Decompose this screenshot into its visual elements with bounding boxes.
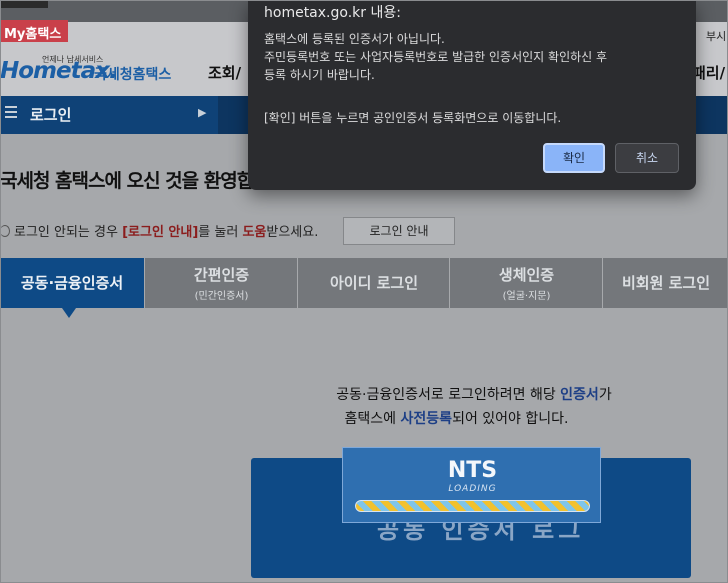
- tab-guest-login-label: 비회원 로그인: [621, 274, 711, 292]
- welcome-heading: 국세청 홈택스에 오신 것을 환영합: [0, 170, 254, 192]
- help-link: [로그인 안내]: [122, 225, 199, 240]
- tab-certificate[interactable]: 공동·금융인증서: [0, 258, 145, 308]
- loading-progress-bar: [355, 500, 590, 512]
- tab-id-login[interactable]: 아이디 로그인: [299, 258, 450, 308]
- login-help-text: 로그인 안되는 경우 [로그인 안내]를 눌러 도움받으세요.: [0, 221, 318, 240]
- info2-post: 되어 있어야 합니다.: [452, 411, 569, 427]
- help-pre: 로그인 안되는 경우: [14, 225, 123, 240]
- info2-pre: 홈택스에: [344, 411, 401, 427]
- nav-menu-right[interactable]: 패리/: [692, 62, 725, 83]
- tab-simple-auth-label: 간편인증: [193, 266, 250, 284]
- login-guide-button[interactable]: 로그인 안내: [343, 217, 455, 245]
- tab-biometric[interactable]: 생체인증 (얼굴·지문): [451, 258, 603, 308]
- tab-id-login-label: 아이디 로그인: [329, 274, 419, 292]
- alert-dialog: hometax.go.kr 내용: 홈택스에 등록된 인증서가 아닙니다. 주민…: [248, 0, 696, 190]
- tab-guest-login[interactable]: 비회원 로그인: [604, 258, 728, 308]
- header-corner-link[interactable]: 부시: [706, 28, 726, 44]
- tab-biometric-label: 생체인증: [498, 266, 555, 284]
- help-post: 받으세요.: [266, 225, 319, 240]
- browser-tab-edge: [0, 0, 48, 8]
- ok-button[interactable]: 확인: [543, 143, 605, 173]
- dialog-line-4: [확인] 버튼을 누르면 공인인증서 등록화면으로 이동합니다.: [264, 111, 562, 125]
- tab-simple-auth-sub: (민간인증서): [194, 291, 249, 302]
- loading-overlay: NTS LOADING: [342, 447, 601, 523]
- hamburger-menu-icon[interactable]: [5, 106, 17, 120]
- dialog-line-2: 주민등록번호 또는 사업자등록번호로 발급한 인증서인지 확인하신 후: [264, 50, 608, 64]
- info1-pre: 공동·금융인증서로 로그인하려면 해당: [336, 387, 561, 403]
- info2-blue: 사전등록: [400, 411, 453, 427]
- browser-viewport: My홈택스 언제나 납세서비스 Hometax. 국세청홈택스 조회/ 패리/ …: [0, 0, 728, 583]
- dialog-line-1: 홈택스에 등록된 인증서가 아닙니다.: [264, 32, 445, 46]
- info-line-1: 공동·금융인증서로 로그인하려면 해당 인증서가: [0, 384, 728, 404]
- help-mid: 를 눌러: [198, 225, 243, 240]
- info1-blue: 인증서: [560, 387, 599, 403]
- info1-post: 가: [598, 387, 612, 403]
- help-highlight: 도움: [242, 225, 267, 240]
- login-bar-label: 로그인: [30, 106, 72, 124]
- active-tab-pointer: [62, 308, 76, 318]
- tab-certificate-label: 공동·금융인증서: [20, 274, 124, 292]
- my-hometax-button[interactable]: My홈택스: [0, 20, 68, 42]
- hometax-logo-korean[interactable]: 국세청홈택스: [94, 64, 171, 84]
- nav-menu-lookup[interactable]: 조회/: [208, 62, 241, 83]
- tab-simple-auth[interactable]: 간편인증 (민간인증서): [146, 258, 298, 308]
- loading-title: NTS: [447, 458, 498, 483]
- cancel-button[interactable]: 취소: [615, 143, 679, 173]
- loading-subtitle: LOADING: [448, 484, 497, 494]
- info-circle-icon: [0, 225, 10, 237]
- tab-biometric-sub: (얼굴·지문): [502, 291, 551, 302]
- dialog-title: hometax.go.kr 내용:: [264, 5, 401, 21]
- dialog-line-3: 등록 하시기 바랍니다.: [264, 68, 375, 82]
- chevron-right-icon: ▶: [198, 106, 207, 119]
- dialog-message: 홈택스에 등록된 인증서가 아닙니다. 주민등록번호 또는 사업자등록번호로 발…: [264, 30, 607, 84]
- info-line-2: 홈택스에 사전등록되어 있어야 합니다.: [0, 408, 728, 428]
